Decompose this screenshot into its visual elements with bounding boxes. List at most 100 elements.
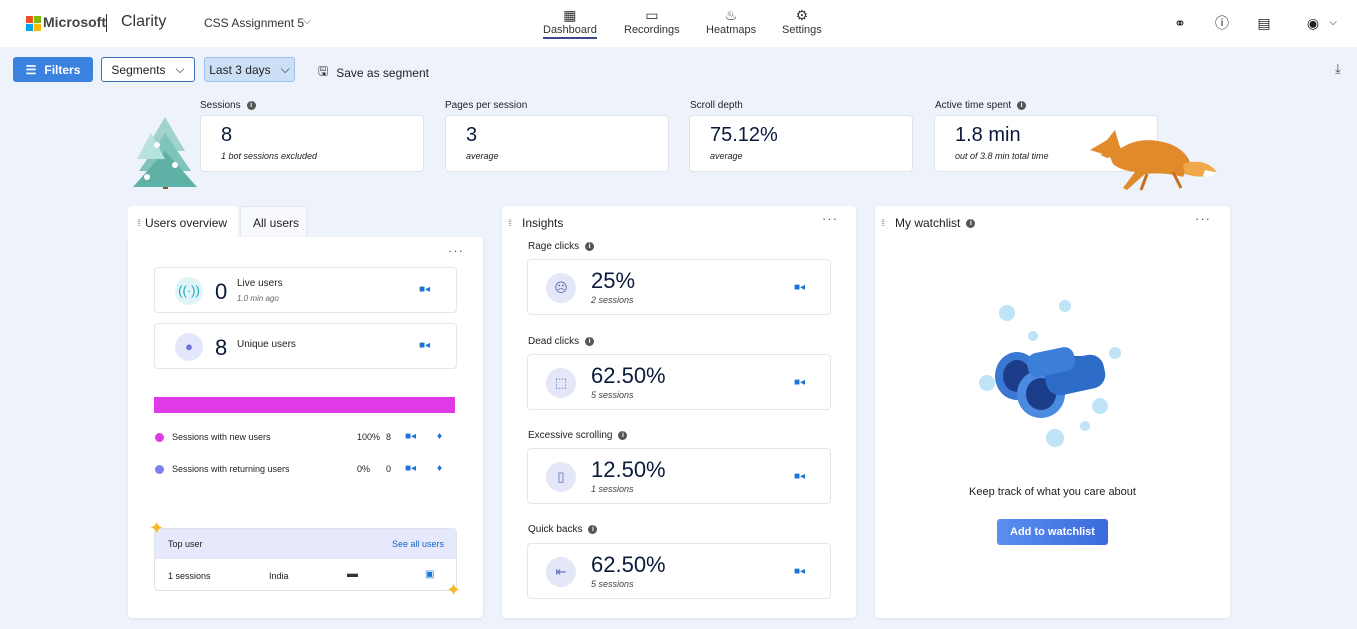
top-user-header: Top user See all users (155, 529, 456, 559)
video-icon[interactable]: ■◂ (794, 282, 805, 293)
video-icon[interactable]: ■◂ (419, 340, 430, 351)
top-user-card: Top user See all users 1 sessions India … (154, 528, 457, 591)
drag-handle-icon[interactable]: ⁞⁞ (508, 218, 512, 228)
scroll-depth-value: 75.12% (710, 124, 778, 146)
nav-heatmaps[interactable]: ♨ Heatmaps (706, 6, 756, 36)
info-icon[interactable]: i (585, 242, 595, 251)
brand-name: Microsoft (43, 14, 106, 30)
excessive-scrolling-card[interactable]: ▯ 12.50% 1 sessions ■◂ (527, 448, 831, 504)
chevron-down-icon: ⌵ (175, 62, 185, 76)
save-segment-button[interactable]: 🖫 Save as segment (318, 62, 429, 83)
video-icon[interactable]: ■◂ (419, 284, 430, 295)
legend-new-users: Sessions with new users 100% 8 ■◂ ♦ (155, 431, 455, 445)
back-arrow-icon: ⇤ (546, 557, 576, 587)
info-icon[interactable]: i (966, 218, 976, 228)
nav-settings[interactable]: ⚙ Settings (782, 6, 822, 36)
filter-icon: ☰ (25, 62, 37, 77)
nav-dashboard[interactable]: ▦ Dashboard (543, 6, 597, 39)
rage-clicks-card[interactable]: ☹ 25% 2 sessions ■◂ (527, 259, 831, 315)
quick-backs-card[interactable]: ⇤ 62.50% 5 sessions ■◂ (527, 543, 831, 599)
info-icon[interactable]: i (1017, 101, 1027, 110)
live-signal-icon: ((·)) (175, 277, 203, 305)
heatmap-icon[interactable]: ♦ (437, 431, 442, 442)
more-options-icon[interactable]: ··· (822, 211, 838, 226)
live-users-sub: 1.0 min ago (237, 294, 279, 303)
chevron-down-icon[interactable]: ⌵ (1325, 15, 1341, 31)
heatmap-icon[interactable]: ♦ (437, 463, 442, 474)
save-icon: 🖫 (318, 64, 329, 78)
active-time-value: 1.8 min (955, 124, 1021, 146)
scroll-depth-label: Scroll depth (690, 100, 743, 111)
share-icon[interactable]: ⚭ (1172, 15, 1188, 31)
sparkle-icon: ✦ (446, 580, 462, 600)
video-icon[interactable]: ■◂ (405, 431, 416, 442)
watchlist-title: ⁞⁞ My watchlist i (881, 216, 976, 230)
project-selector[interactable]: CSS Assignment 5 (204, 16, 304, 30)
pages-per-session-label: Pages per session (445, 100, 528, 111)
more-options-icon[interactable]: ··· (1195, 211, 1211, 226)
pages-per-session-value: 3 (466, 124, 478, 146)
returning-users-dot (155, 465, 164, 474)
chevron-down-icon: ⌵ (280, 62, 290, 76)
account-icon[interactable]: ◉ (1305, 15, 1321, 31)
active-time-sub: out of 3.8 min total time (955, 151, 1049, 161)
insights-title: ⁞⁞ Insights (508, 216, 564, 230)
info-icon[interactable]: i (618, 431, 628, 440)
unique-users-value: 8 (215, 335, 228, 360)
product-name[interactable]: Clarity (121, 13, 166, 31)
quick-backs-label: Quick backs i (528, 524, 598, 535)
document-icon[interactable]: ▤ (1256, 15, 1272, 31)
top-user-sessions: 1 sessions (168, 571, 211, 581)
date-range-button[interactable]: Last 3 days ⌵ (204, 57, 295, 82)
unique-users-card: ● 8 Unique users ■◂ (154, 323, 457, 369)
new-users-dot (155, 433, 164, 442)
top-bar: Microsoft Clarity CSS Assignment 5 ⌵ ▦ D… (0, 0, 1357, 47)
flame-icon: ♨ (724, 7, 738, 23)
video-icon[interactable]: ■◂ (405, 463, 416, 474)
download-icon[interactable]: ⤓ (1335, 61, 1341, 77)
info-icon[interactable]: i (588, 525, 598, 534)
dashboard-icon: ▦ (563, 7, 577, 23)
scroll-depth-sub: average (710, 151, 743, 161)
divider (106, 14, 107, 32)
laptop-icon: ▬ (347, 568, 358, 580)
info-icon[interactable]: i (585, 337, 595, 346)
legend-returning-users: Sessions with returning users 0% 0 ■◂ ♦ (155, 463, 455, 477)
drag-handle-icon[interactable]: ⁞⁞ (137, 218, 141, 228)
add-to-watchlist-button[interactable]: Add to watchlist (997, 519, 1108, 545)
pages-per-session-sub: average (466, 151, 499, 161)
live-users-label: Live users (237, 278, 283, 289)
video-icon: ▭ (645, 7, 659, 23)
binoculars-illustration (979, 300, 1121, 447)
excessive-scrolling-label: Excessive scrolling i (528, 430, 628, 441)
more-options-icon[interactable]: ··· (448, 243, 464, 258)
new-vs-returning-bar (154, 397, 455, 413)
sessions-sub: 1 bot sessions excluded (221, 151, 318, 161)
video-icon[interactable]: ■◂ (794, 377, 805, 388)
tree-illustration (133, 117, 197, 189)
info-icon[interactable]: i (246, 101, 256, 110)
watchlist-message: Keep track of what you care about (969, 486, 1136, 498)
live-users-card: ((·)) 0 Live users 1.0 min ago ■◂ (154, 267, 457, 313)
video-icon[interactable]: ■◂ (794, 471, 805, 482)
user-icon: ● (175, 333, 203, 361)
scroll-depth-card: 75.12% average (689, 115, 913, 172)
see-all-users-link[interactable]: See all users (392, 539, 444, 549)
nav-recordings[interactable]: ▭ Recordings (624, 6, 680, 36)
microsoft-logo-icon (26, 16, 41, 31)
filters-button[interactable]: ☰ Filters (13, 57, 93, 82)
help-icon[interactable]: ⓘ (1214, 15, 1230, 31)
tab-users-overview[interactable]: ⁞⁞ Users overview (128, 206, 238, 238)
tab-all-users[interactable]: All users (240, 206, 307, 238)
video-icon[interactable]: ■◂ (794, 566, 805, 577)
segments-button[interactable]: Segments ⌵ (101, 57, 195, 82)
chevron-down-icon[interactable]: ⌵ (303, 15, 311, 28)
pages-per-session-card: 3 average (445, 115, 669, 172)
drag-handle-icon[interactable]: ⁞⁞ (881, 218, 885, 228)
dead-clicks-label: Dead clicks i (528, 336, 595, 347)
live-users-value: 0 (215, 279, 228, 304)
dead-clicks-card[interactable]: ⬚ 62.50% 5 sessions ■◂ (527, 354, 831, 410)
rage-clicks-label: Rage clicks i (528, 241, 595, 252)
id-card-icon[interactable]: ▣ (425, 569, 434, 580)
scroll-icon: ▯ (546, 462, 576, 492)
